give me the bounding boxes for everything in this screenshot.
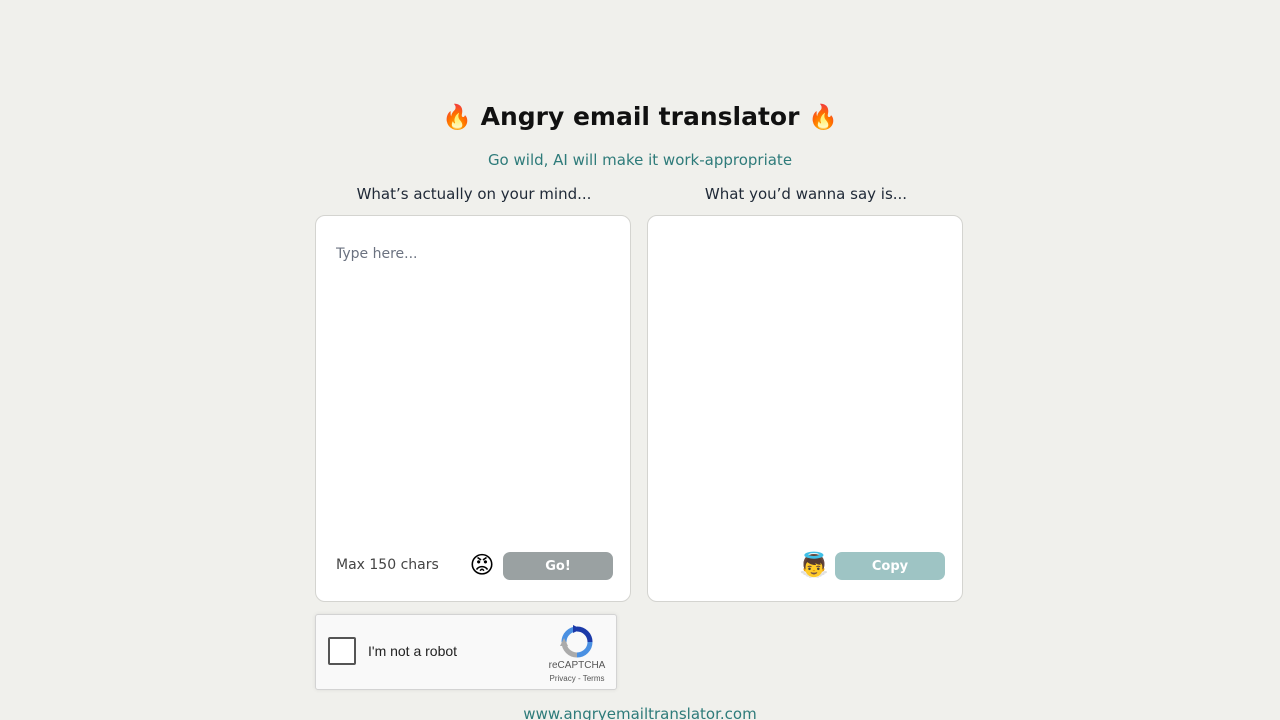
input-panel-label: What’s actually on your mind... [356,185,592,203]
angry-text-input[interactable] [336,246,612,546]
footer-website-link[interactable]: www.angryemailtranslator.com [0,704,1280,720]
recaptcha-checkbox[interactable] [328,637,356,665]
fire-icon: 🔥 [441,103,472,131]
page-subtitle: Go wild, AI will make it work-appropriat… [487,151,793,169]
page: 🔥 Angry email translator 🔥 Go wild, AI w… [0,0,1280,720]
recaptcha-logo-icon [560,625,593,658]
recaptcha-links: Privacy - Terms [542,674,612,683]
recaptcha-links-separator: - [575,674,583,683]
fire-icon: 🔥 [808,103,839,131]
recaptcha-privacy-link[interactable]: Privacy [550,674,576,683]
recaptcha-widget: I'm not a robot reCAPTCHA Privacy - Term… [315,614,617,690]
recaptcha-brand: reCAPTCHA [548,660,606,671]
recaptcha-label: I'm not a robot [368,643,458,659]
recaptcha-terms-link[interactable]: Terms [583,674,605,683]
copy-button[interactable]: Copy [835,552,945,580]
go-button[interactable]: Go! [503,552,613,580]
output-panel-label: What you’d wanna say is... [704,185,908,203]
page-title-text: Angry email translator [480,102,800,131]
input-panel: Max 150 chars 😡 Go! [315,215,631,602]
max-chars-hint: Max 150 chars [336,557,439,573]
page-title: 🔥 Angry email translator 🔥 [0,100,1280,134]
angry-face-icon: 😡 [469,551,495,579]
angel-face-icon: 👼 [799,551,829,579]
output-panel: 👼 Copy [647,215,963,602]
